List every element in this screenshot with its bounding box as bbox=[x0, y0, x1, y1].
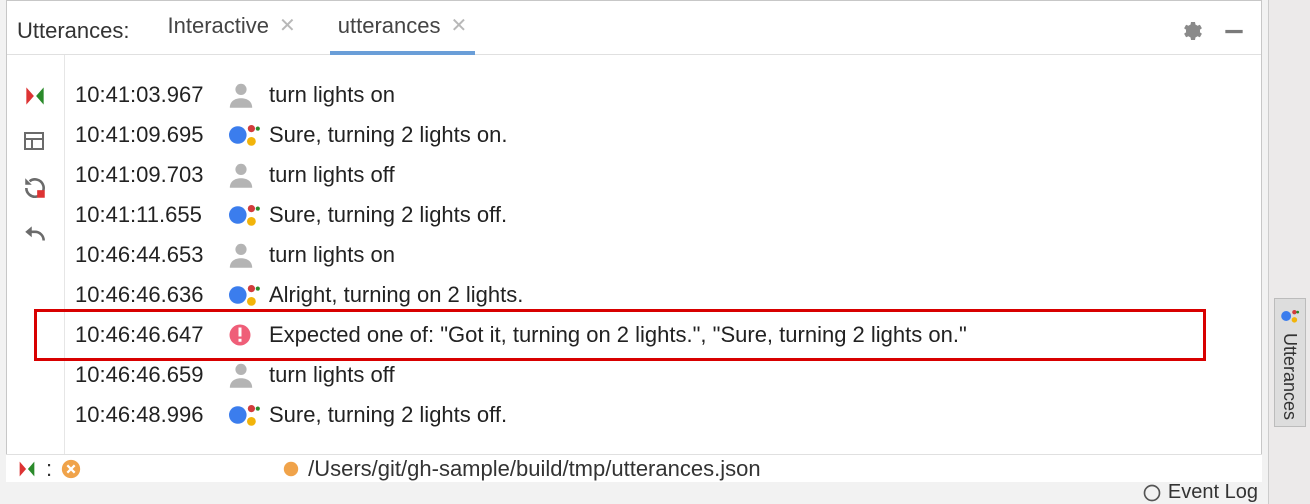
status-bar: : /Users/git/gh-sample/build/tmp/utteran… bbox=[6, 454, 1262, 482]
timestamp: 10:41:09.695 bbox=[75, 122, 225, 148]
assistant-icon bbox=[225, 119, 269, 151]
undo-icon[interactable] bbox=[22, 221, 50, 249]
log-row[interactable]: 10:41:03.967 turn lights on bbox=[75, 75, 1253, 115]
run-toggle-icon[interactable] bbox=[16, 458, 38, 480]
timestamp: 10:46:48.996 bbox=[75, 402, 225, 428]
log-row[interactable]: 10:41:09.695 Sure, turning 2 lights on. bbox=[75, 115, 1253, 155]
log-message: Sure, turning 2 lights off. bbox=[269, 402, 507, 428]
log-row[interactable]: 10:46:48.996 Sure, turning 2 lights off. bbox=[75, 395, 1253, 435]
event-log-button[interactable]: Event Log bbox=[1142, 481, 1258, 504]
assistant-icon bbox=[225, 279, 269, 311]
tool-label: Utterances bbox=[1279, 333, 1300, 420]
cancel-icon[interactable] bbox=[60, 458, 82, 480]
tabbar: Utterances: Interactive ✕ utterances ✕ bbox=[7, 1, 1261, 55]
utterances-tool-window-button[interactable]: Utterances bbox=[1274, 298, 1306, 427]
log-message: turn lights on bbox=[269, 82, 395, 108]
log-row[interactable]: 10:41:11.655 Sure, turning 2 lights off. bbox=[75, 195, 1253, 235]
close-icon[interactable]: ✕ bbox=[279, 13, 296, 38]
tab-label: Interactive bbox=[168, 13, 270, 39]
timestamp: 10:41:09.703 bbox=[75, 162, 225, 188]
log-message: turn lights on bbox=[269, 242, 395, 268]
right-tool-strip: Utterances bbox=[1268, 0, 1310, 504]
timestamp: 10:46:44.653 bbox=[75, 242, 225, 268]
log-list: 10:41:03.967 turn lights on 10:41:09.695 Su… bbox=[65, 55, 1261, 469]
error-icon bbox=[225, 320, 269, 350]
user-icon bbox=[225, 359, 269, 391]
assistant-icon bbox=[1279, 305, 1301, 327]
tab-utterances[interactable]: utterances ✕ bbox=[330, 7, 476, 55]
assistant-icon bbox=[225, 399, 269, 431]
refresh-icon[interactable] bbox=[22, 175, 50, 203]
timestamp: 10:46:46.659 bbox=[75, 362, 225, 388]
utterances-panel: Utterances: Interactive ✕ utterances ✕ bbox=[6, 0, 1262, 470]
timestamp: 10:41:11.655 bbox=[75, 202, 225, 228]
user-icon bbox=[225, 159, 269, 191]
tab-label: utterances bbox=[338, 13, 441, 39]
warning-dot-icon bbox=[282, 460, 300, 478]
run-toggle-icon[interactable] bbox=[22, 83, 50, 111]
user-icon bbox=[225, 239, 269, 271]
log-row[interactable]: 10:46:46.636 Alright, turning on 2 lights… bbox=[75, 275, 1253, 315]
log-message: turn lights off bbox=[269, 362, 395, 388]
log-message: Sure, turning 2 lights on. bbox=[269, 122, 507, 148]
gutter-toolbar bbox=[7, 55, 65, 469]
timestamp: 10:46:46.647 bbox=[75, 322, 225, 348]
user-icon bbox=[225, 79, 269, 111]
assistant-icon bbox=[225, 199, 269, 231]
log-row[interactable]: 10:46:46.659 turn lights off bbox=[75, 355, 1253, 395]
gear-icon[interactable] bbox=[1179, 19, 1203, 43]
tab-interactive[interactable]: Interactive ✕ bbox=[160, 7, 304, 55]
close-icon[interactable]: ✕ bbox=[451, 13, 468, 38]
log-row[interactable]: 10:41:09.703 turn lights off bbox=[75, 155, 1253, 195]
status-path: /Users/git/gh-sample/build/tmp/utterance… bbox=[308, 456, 760, 482]
log-message: Alright, turning on 2 lights. bbox=[269, 282, 523, 308]
timestamp: 10:46:46.636 bbox=[75, 282, 225, 308]
panel-title: Utterances: bbox=[17, 18, 130, 44]
layout-icon[interactable] bbox=[22, 129, 50, 157]
log-message: turn lights off bbox=[269, 162, 395, 188]
separator: : bbox=[46, 456, 52, 482]
event-log-label: Event Log bbox=[1168, 481, 1258, 504]
log-row[interactable]: 10:46:46.647 Expected one of: "Got it, tu… bbox=[75, 315, 1253, 355]
log-message: Expected one of: "Got it, turning on 2 l… bbox=[269, 322, 967, 348]
log-message: Sure, turning 2 lights off. bbox=[269, 202, 507, 228]
timestamp: 10:41:03.967 bbox=[75, 82, 225, 108]
log-row[interactable]: 10:46:44.653 turn lights on bbox=[75, 235, 1253, 275]
minimize-icon[interactable] bbox=[1221, 18, 1247, 44]
